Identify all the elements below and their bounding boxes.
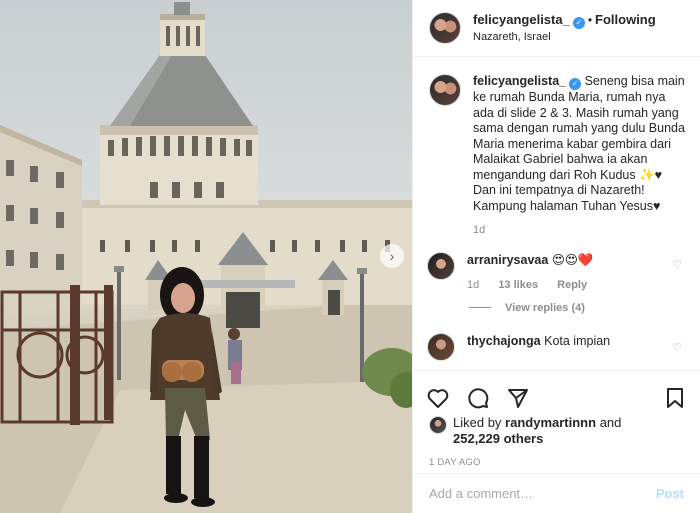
- verified-badge-icon: ✓: [569, 78, 582, 90]
- likes-text: Liked by randymartinnn and 252,229 other…: [453, 415, 621, 447]
- post-date[interactable]: 1 DAY AGO: [429, 457, 700, 468]
- like-button[interactable]: [425, 385, 451, 411]
- comment-time[interactable]: 1d: [467, 279, 479, 291]
- comment-button[interactable]: [465, 385, 491, 411]
- commenter-avatar[interactable]: [427, 332, 455, 361]
- heart-icon: [427, 388, 449, 408]
- comment-text: Kota impian: [544, 333, 611, 348]
- post-photo[interactable]: ›: [0, 0, 412, 513]
- comments-section[interactable]: felicyangelista_ ✓ Seneng bisa main ke ru…: [413, 58, 700, 370]
- share-button[interactable]: [505, 385, 531, 411]
- following-button[interactable]: Following: [595, 12, 656, 27]
- comment-item: arranirysavaa 😍😍❤️ 1d 13 likes Reply ♡: [413, 251, 700, 293]
- caption: felicyangelista_ ✓ Seneng bisa main ke ru…: [413, 58, 700, 239]
- commenter-username[interactable]: thychajonga: [467, 334, 541, 348]
- add-comment-input[interactable]: [429, 486, 656, 501]
- comment-likes[interactable]: 13 likes: [498, 279, 538, 291]
- caption-text: Seneng bisa main ke rumah Bunda Maria, r…: [473, 74, 685, 213]
- comment-icon: [468, 387, 489, 408]
- comment-body: arranirysavaa 😍😍❤️ 1d 13 likes Reply: [467, 252, 603, 293]
- comment-like-heart-icon[interactable]: ♡: [672, 258, 682, 271]
- liker-username[interactable]: randymartinnn: [505, 415, 596, 430]
- location-link[interactable]: Nazareth, Israel: [473, 29, 656, 45]
- instagram-post: › felicyangelista_ ✓ • Following Nazareth, …: [0, 0, 700, 513]
- author-avatar[interactable]: [429, 12, 461, 44]
- caption-time[interactable]: 1d: [473, 223, 688, 239]
- post-comment-button[interactable]: Post: [656, 486, 684, 501]
- liker-avatar[interactable]: [429, 416, 447, 434]
- commenter-avatar[interactable]: [427, 251, 455, 280]
- view-replies-label: View replies (4): [505, 301, 585, 314]
- comment-body: thychajonga Kota impian: [467, 333, 610, 361]
- likes-count-button[interactable]: 252,229 others: [453, 431, 543, 446]
- caption-avatar[interactable]: [429, 74, 461, 106]
- view-replies-button[interactable]: View replies (4): [469, 302, 700, 314]
- basilica-photo-illustration: [0, 2, 412, 513]
- caption-username[interactable]: felicyangelista_: [473, 74, 566, 88]
- header-text: felicyangelista_ ✓ • Following Nazareth, Is…: [473, 12, 656, 45]
- bookmark-icon: [667, 387, 683, 408]
- commenter-username[interactable]: arranirysavaa: [467, 253, 548, 267]
- next-slide-button[interactable]: ›: [380, 244, 404, 268]
- likes-conjunction: and: [599, 415, 622, 430]
- comment-meta: 1d 13 likes Reply: [467, 277, 603, 293]
- comment-item: thychajonga Kota impian ♡: [413, 332, 700, 361]
- post-header: felicyangelista_ ✓ • Following Nazareth, Is…: [413, 0, 700, 57]
- save-button[interactable]: [662, 385, 688, 411]
- author-username[interactable]: felicyangelista_: [473, 12, 570, 27]
- chevron-right-icon: ›: [389, 248, 395, 264]
- caption-body: felicyangelista_ ✓ Seneng bisa main ke ru…: [473, 74, 688, 239]
- reply-button[interactable]: Reply: [557, 279, 587, 291]
- action-icons: [413, 371, 700, 415]
- comment-like-heart-icon[interactable]: ♡: [672, 341, 682, 354]
- add-comment-bar: Post: [413, 473, 700, 513]
- comment-text: 😍😍❤️: [551, 252, 594, 267]
- replies-divider: [469, 307, 491, 308]
- post-sidebar: felicyangelista_ ✓ • Following Nazareth, Is…: [412, 0, 700, 513]
- header-separator: •: [587, 12, 593, 27]
- verified-badge-icon: ✓: [572, 16, 585, 29]
- likes-prefix: Liked by: [453, 415, 502, 430]
- share-icon: [508, 388, 528, 408]
- likes-summary: Liked by randymartinnn and 252,229 other…: [413, 415, 700, 447]
